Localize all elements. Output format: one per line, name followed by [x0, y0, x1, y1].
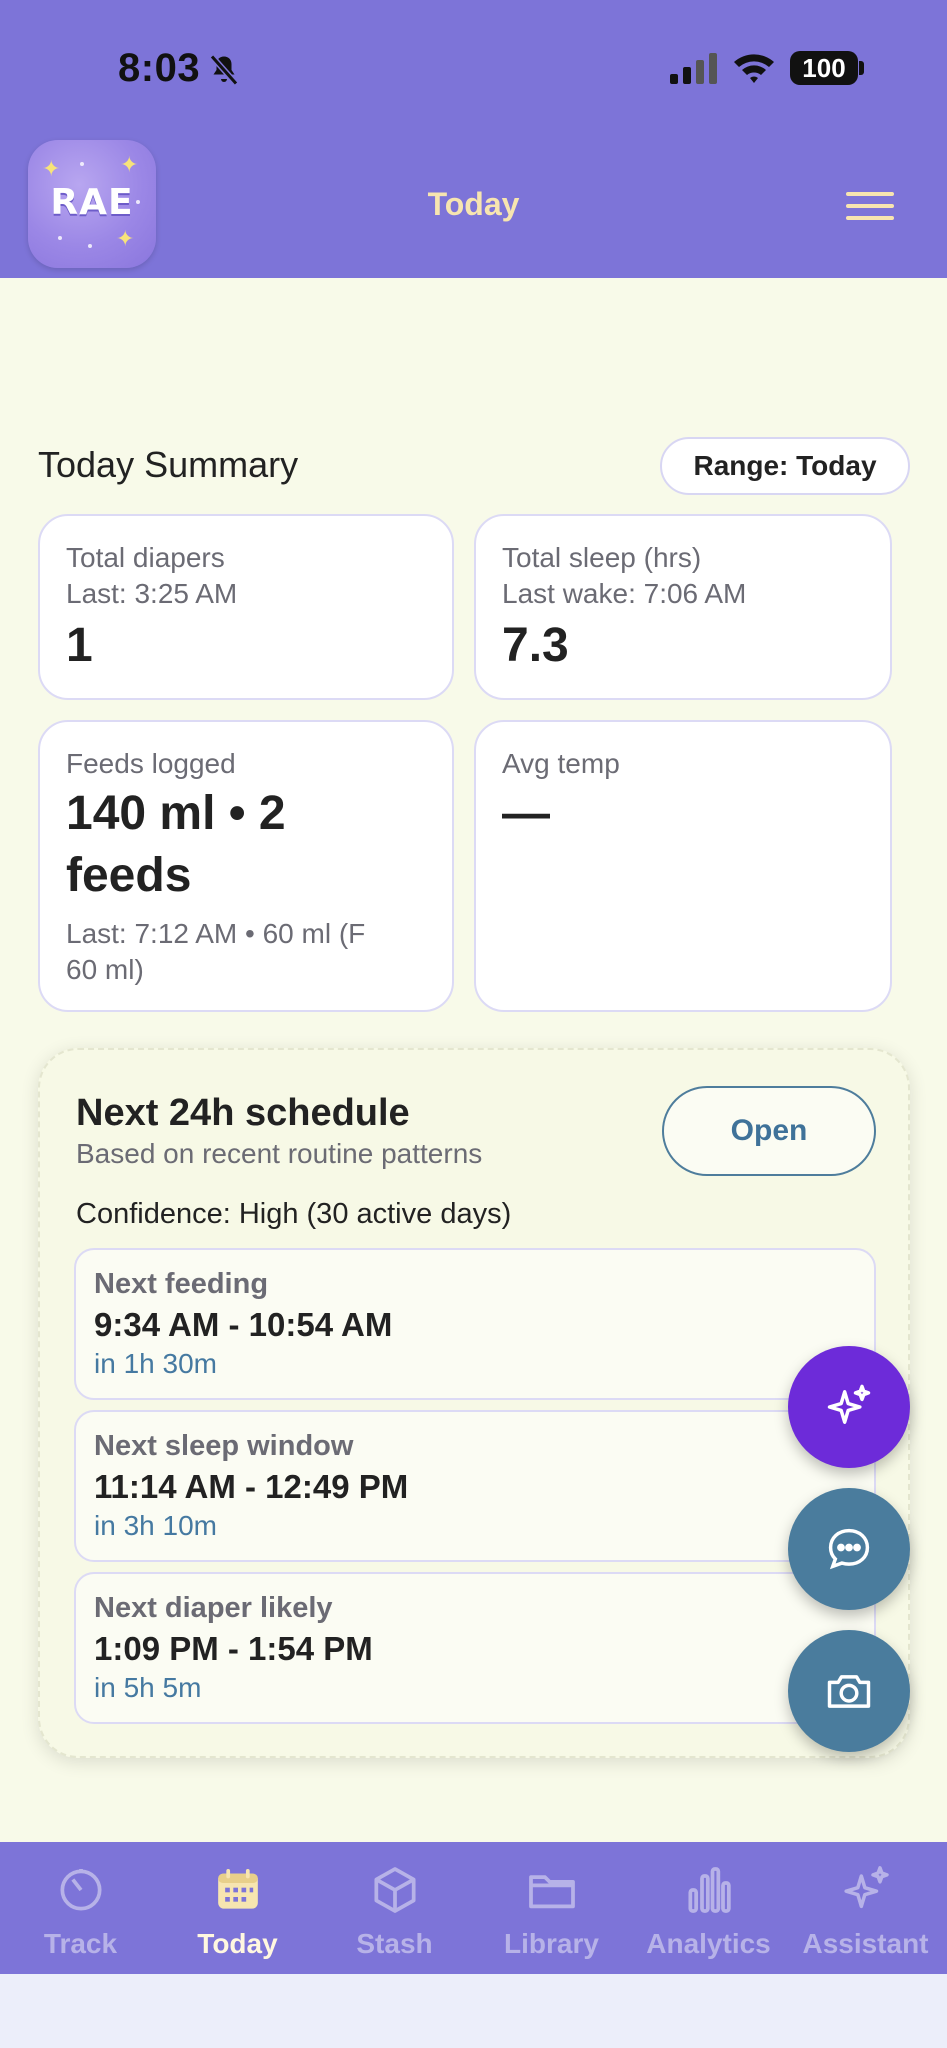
schedule-item-eta: in 1h 30m — [94, 1348, 217, 1379]
card-label: Total sleep (hrs) — [502, 542, 702, 573]
sparkle-decoration: ✦ — [116, 226, 135, 251]
calendar-icon — [217, 1869, 258, 1909]
card-subtext: 60 ml) — [66, 954, 144, 985]
tab-assistant[interactable]: Assistant — [787, 1842, 944, 1974]
sparkles-icon — [827, 1384, 871, 1424]
schedule-item-label: Next diaper likely — [94, 1592, 333, 1624]
schedule-item-eta: in 5h 5m — [94, 1672, 202, 1703]
schedule-item-eta: in 3h 10m — [94, 1510, 217, 1541]
tab-label: Library — [504, 1928, 599, 1959]
schedule-item-diaper[interactable]: Next diaper likely 1:09 PM - 1:54 PM in … — [74, 1572, 876, 1724]
box-icon — [373, 1867, 416, 1913]
card-label: Avg temp — [502, 748, 620, 779]
tab-today[interactable]: Today — [159, 1842, 316, 1974]
card-value: 1 — [66, 619, 93, 672]
home-indicator-area — [0, 1974, 947, 2048]
cell-signal-icon — [670, 53, 717, 84]
tab-label: Analytics — [646, 1928, 771, 1959]
sparkles-icon — [843, 1866, 889, 1909]
card-label: Feeds logged — [66, 748, 236, 779]
card-value: 7.3 — [502, 619, 569, 672]
diapers-card[interactable]: Total diapers Last: 3:25 AM 1 — [38, 514, 454, 700]
card-subtext: Last: 7:12 AM • 60 ml (F — [66, 918, 366, 949]
sparkle-decoration: ✦ — [120, 152, 139, 177]
sleep-card[interactable]: Total sleep (hrs) Last wake: 7:06 AM 7.3 — [474, 514, 892, 700]
tab-library[interactable]: Library — [473, 1842, 630, 1974]
bell-muted-icon — [209, 54, 239, 86]
tab-track[interactable]: Track — [2, 1842, 159, 1974]
open-schedule-button[interactable]: Open — [662, 1086, 876, 1176]
schedule-item-feeding[interactable]: Next feeding 9:34 AM - 10:54 AM in 1h 30… — [74, 1248, 876, 1400]
schedule-subtitle: Based on recent routine patterns — [76, 1138, 483, 1169]
card-value: 140 ml • 2 — [66, 787, 286, 840]
page-title: Today — [427, 186, 520, 222]
status-time: 8:03 — [118, 46, 201, 90]
tab-label: Today — [197, 1928, 278, 1959]
summary-title: Today Summary — [38, 444, 299, 485]
bottom-tab-bar: Track Today Stash Library Analytics Assi… — [0, 1842, 947, 1974]
timer-icon — [59, 1869, 102, 1911]
card-subtext: Last wake: 7:06 AM — [502, 578, 747, 609]
schedule-item-time: 11:14 AM - 12:49 PM — [94, 1468, 409, 1505]
app-header: 8:03 100 ✦ ✦ ✦ RAE Today — [0, 0, 947, 278]
chat-icon — [828, 1528, 870, 1570]
battery-indicator: 100 — [790, 51, 858, 85]
tab-label: Assistant — [802, 1928, 929, 1959]
sparkle-decoration: ✦ — [42, 156, 61, 181]
bar-chart-icon — [687, 1867, 731, 1913]
schedule-title: Next 24h schedule — [76, 1092, 410, 1134]
hamburger-menu-icon[interactable] — [846, 190, 894, 222]
schedule-item-label: Next sleep window — [94, 1430, 354, 1462]
camera-icon — [827, 1675, 871, 1708]
folder-icon — [528, 1875, 575, 1909]
camera-fab[interactable] — [788, 1630, 910, 1752]
schedule-item-time: 1:09 PM - 1:54 PM — [94, 1630, 373, 1667]
schedule-item-time: 9:34 AM - 10:54 AM — [94, 1306, 393, 1343]
schedule-item-sleep[interactable]: Next sleep window 11:14 AM - 12:49 PM in… — [74, 1410, 876, 1562]
tab-stash[interactable]: Stash — [316, 1842, 473, 1974]
chat-fab[interactable] — [788, 1488, 910, 1610]
schedule-card: Next 24h schedule Based on recent routin… — [38, 1048, 910, 1758]
tab-analytics[interactable]: Analytics — [630, 1842, 787, 1974]
tab-label: Track — [43, 1928, 118, 1959]
temp-card[interactable]: Avg temp — — [474, 720, 892, 1012]
wifi-icon — [734, 54, 774, 83]
schedule-item-label: Next feeding — [94, 1268, 269, 1300]
tab-label: Stash — [356, 1928, 433, 1959]
card-subtext: Last: 3:25 AM — [66, 578, 238, 609]
assistant-fab[interactable] — [788, 1346, 910, 1468]
range-selector[interactable]: Range: Today — [660, 437, 910, 495]
card-label: Total diapers — [66, 542, 225, 573]
card-value: — — [502, 787, 550, 840]
feeds-card[interactable]: Feeds logged 140 ml • 2 feeds Last: 7:12… — [38, 720, 454, 1012]
battery-tip — [859, 61, 864, 75]
card-value: feeds — [66, 849, 192, 902]
confidence-text: Confidence: High (30 active days) — [76, 1198, 512, 1230]
